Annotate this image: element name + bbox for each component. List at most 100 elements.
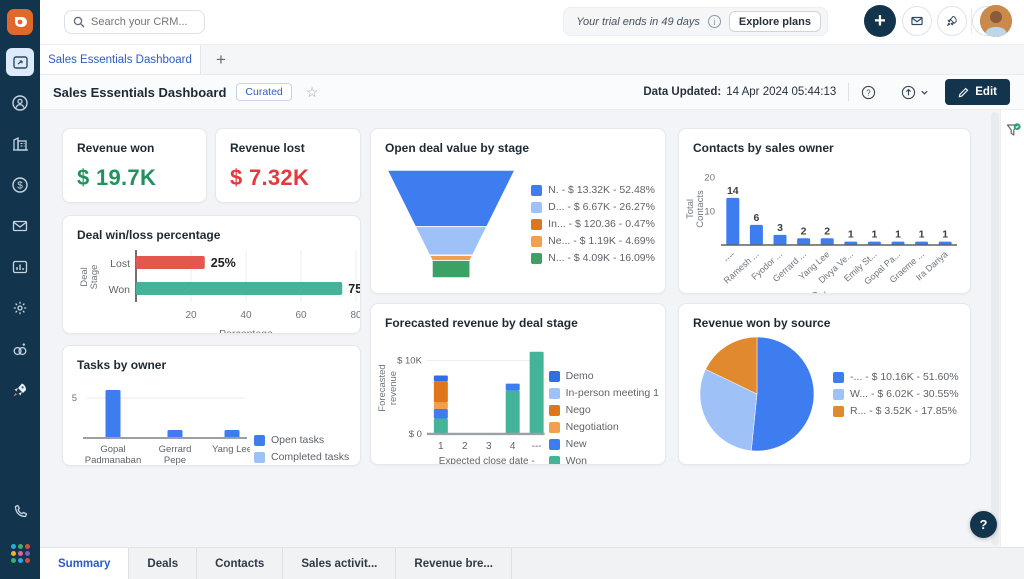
add-tab-button[interactable]: +	[201, 45, 241, 74]
data-updated-label: Data Updated:	[643, 86, 722, 98]
widget-title: Revenue won	[77, 141, 155, 155]
svg-text:revenue: revenue	[388, 371, 399, 405]
freshworks-logo[interactable]	[7, 9, 33, 35]
tab-deals[interactable]: Deals	[129, 548, 198, 579]
card-revenue-won: Revenue won $ 19.7K	[62, 128, 207, 203]
contacts-bar-chart: 102014----6Ramesh ...3Fyodor ...2Gerrard…	[685, 173, 957, 294]
legend-item: -... - $ 10.16K - 51.60%	[833, 371, 959, 383]
tab-contacts[interactable]: Contacts	[197, 548, 284, 579]
envelope-icon	[12, 220, 28, 232]
tab-sales-activities[interactable]: Sales activit...	[283, 548, 397, 579]
gear-icon	[13, 301, 27, 315]
sidebar-item-deals[interactable]: $	[6, 171, 34, 199]
sidebar-item-app-switcher[interactable]	[6, 539, 34, 567]
page-title: Sales Essentials Dashboard	[53, 84, 227, 100]
sidebar-item-phone[interactable]	[6, 498, 34, 526]
svg-text:1: 1	[895, 229, 901, 241]
pie-legend: -... - $ 10.16K - 51.60% W... - $ 6.02K -…	[833, 371, 959, 417]
widget-title: Revenue lost	[230, 141, 305, 155]
svg-text:4: 4	[510, 441, 516, 452]
svg-text:Forecasted: Forecasted	[377, 364, 388, 411]
legend-item: Open tasks	[254, 434, 349, 446]
svg-text:Gopal: Gopal	[100, 444, 125, 455]
legend-item: In-person meeting 1	[548, 387, 659, 399]
sidebar-item-freddy-ai[interactable]	[6, 335, 34, 363]
export-icon	[902, 85, 916, 99]
sidebar-item-dashboard[interactable]	[6, 48, 34, 76]
sidebar-item-analytics[interactable]	[6, 253, 34, 281]
forecast-stacked-chart: $ 0$ 10K1234---Expected close date -Quar…	[377, 351, 545, 465]
sidebar-item-getting-started[interactable]	[6, 376, 34, 404]
tab-revenue-breakdown[interactable]: Revenue bre...	[396, 548, 513, 579]
legend-item: N. - $ 13.32K - 52.48%	[531, 184, 655, 196]
forecast-legend: Demo In-person meeting 1 Nego Negotiation Ne…	[548, 370, 659, 464]
svg-text:5: 5	[72, 393, 77, 404]
card-deal-win-loss: Deal win/loss percentage 20 40 60 80 25% Lost…	[62, 215, 361, 334]
help-icon[interactable]: ?	[861, 85, 876, 100]
revenue-won-value: $ 19.7K	[77, 165, 157, 190]
svg-text:20: 20	[185, 310, 197, 321]
widget-title: Open deal value by stage	[385, 141, 530, 155]
svg-text:Sales owner: Sales owner	[811, 291, 867, 294]
sidebar-item-accounts[interactable]	[6, 130, 34, 158]
sidebar-item-email[interactable]	[6, 212, 34, 240]
export-button[interactable]	[901, 85, 929, 100]
svg-text:40: 40	[240, 310, 252, 321]
top-bar: Your trial ends in 49 days i Explore pla…	[40, 0, 1024, 45]
envelope-icon	[911, 16, 923, 26]
svg-text:3: 3	[777, 222, 783, 234]
svg-text:$: $	[17, 181, 23, 192]
svg-text:Lost: Lost	[110, 258, 130, 270]
legend-item: W... - $ 6.02K - 30.55%	[833, 388, 959, 400]
tab-summary[interactable]: Summary	[40, 548, 130, 579]
search-icon	[73, 16, 85, 28]
card-contacts-by-sales-owner: Contacts by sales owner 10 20 14 ---- 6 Rames…	[678, 128, 971, 294]
svg-text:Gerrard: Gerrard	[159, 444, 192, 455]
user-avatar[interactable]	[980, 5, 1012, 37]
whats-new-button[interactable]	[937, 6, 967, 36]
legend-item: Demo	[548, 370, 659, 382]
email-button[interactable]	[902, 6, 932, 36]
widget-title: Deal win/loss percentage	[77, 228, 221, 242]
trial-banner: Your trial ends in 49 days i Explore pla…	[563, 7, 828, 36]
legend-item: Negotiation	[548, 421, 659, 433]
svg-text:1: 1	[848, 229, 854, 241]
filter-icon[interactable]	[1005, 122, 1022, 144]
dashboard-tab-strip: Sales Essentials Dashboard +	[40, 45, 1024, 75]
svg-text:75%: 75%	[348, 282, 360, 296]
data-updated-value: 14 Apr 2024 05:44:13	[726, 86, 837, 98]
rocket-icon	[13, 383, 26, 397]
sidebar-item-settings[interactable]	[6, 294, 34, 322]
tasks-legend: Open tasks Completed tasks	[254, 434, 349, 463]
trial-info-icon[interactable]: i	[707, 15, 721, 28]
svg-text:80: 80	[350, 310, 360, 321]
svg-text:25%: 25%	[211, 256, 236, 270]
svg-text:3: 3	[486, 441, 492, 452]
search-input[interactable]	[91, 16, 191, 28]
svg-text:1: 1	[919, 229, 925, 241]
explore-plans-button[interactable]: Explore plans	[728, 11, 821, 32]
funnel-legend: N. - $ 13.32K - 52.48% D... - $ 6.67K - 2…	[531, 184, 655, 264]
edit-button[interactable]: Edit	[945, 79, 1010, 105]
card-forecasted-revenue: Forecasted revenue by deal stage $ 0 $ 10…	[370, 303, 666, 465]
dashboard-header: Sales Essentials Dashboard Curated ☆ Dat…	[40, 75, 1024, 110]
svg-text:Yang Lee: Yang Lee	[212, 444, 250, 455]
global-search[interactable]	[64, 10, 205, 34]
card-revenue-won-by-source: Revenue won by source -... - $ 10.16K - …	[678, 303, 971, 465]
svg-text:Expected close date -: Expected close date -	[439, 456, 535, 465]
pencil-icon	[958, 87, 969, 97]
pie-chart	[699, 336, 815, 452]
svg-text:Stage: Stage	[89, 265, 100, 290]
svg-text:6: 6	[753, 212, 759, 224]
svg-text:1: 1	[871, 229, 877, 241]
scrollbar[interactable]	[991, 112, 999, 545]
sidebar-item-contacts[interactable]	[6, 89, 34, 117]
favorite-star-icon[interactable]: ☆	[306, 84, 319, 101]
help-fab-button[interactable]: ?	[970, 511, 997, 538]
tab-sales-essentials-dashboard[interactable]: Sales Essentials Dashboard	[40, 45, 201, 74]
widget-title: Contacts by sales owner	[693, 141, 834, 155]
quick-add-button[interactable]: +	[864, 5, 896, 37]
svg-text:Pepe: Pepe	[164, 455, 186, 466]
card-tasks-by-owner: Tasks by owner 5 Gopal Padmanaban Gerrard Pe…	[62, 345, 361, 466]
svg-text:Percentage: Percentage	[219, 328, 273, 334]
